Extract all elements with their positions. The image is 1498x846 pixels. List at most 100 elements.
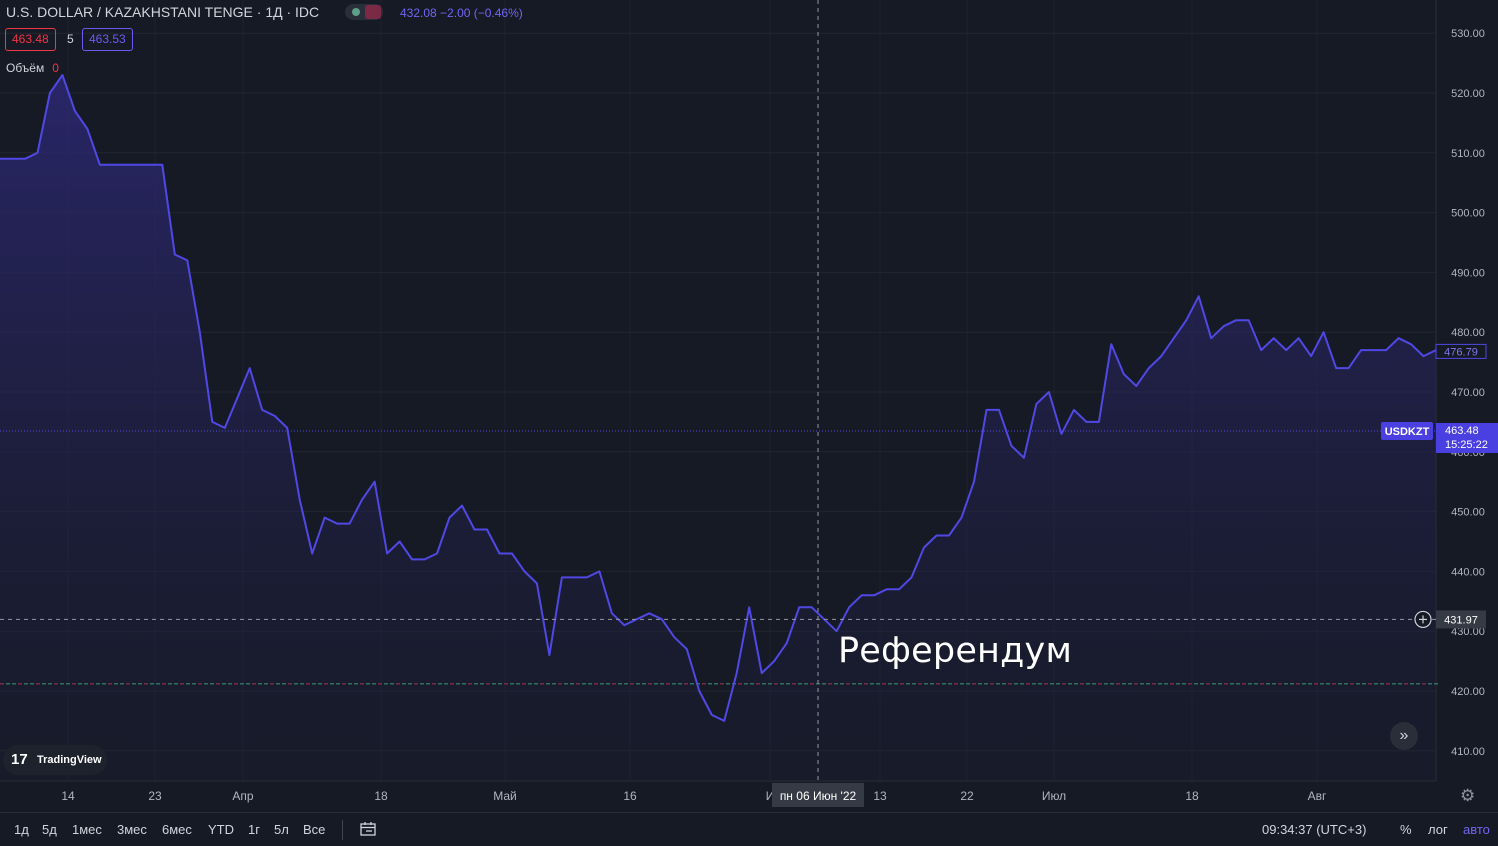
volume-bar <box>372 683 376 685</box>
volume-bar <box>1176 683 1180 685</box>
timeframe-ytd[interactable]: YTD <box>208 822 234 837</box>
volume-bar <box>1398 683 1402 685</box>
timeframe-6m[interactable]: 6мес <box>162 822 192 837</box>
volume-bar <box>720 683 724 685</box>
volume-bar <box>588 683 592 685</box>
x-tick-label: 13 <box>873 789 887 803</box>
volume-bar <box>1182 683 1186 685</box>
volume-bar <box>468 683 472 685</box>
volume-bar <box>402 683 406 685</box>
volume-bar <box>84 683 88 685</box>
x-tick-label: Июл <box>1042 789 1066 803</box>
timeframe-all[interactable]: Все <box>303 822 325 837</box>
timeframe-3m[interactable]: 3мес <box>117 822 147 837</box>
tradingview-logo[interactable]: 17 TradingView <box>3 745 107 775</box>
y-tick-label: 490.00 <box>1451 267 1485 279</box>
change-value: −2.00 (−0.46%) <box>440 6 523 20</box>
crosshair-date-label: пн 06 Июн '22 <box>772 783 864 807</box>
volume-bar <box>1128 683 1132 685</box>
volume-bar <box>900 683 904 685</box>
volume-legend[interactable]: Объём 0 <box>6 61 59 75</box>
log-toggle[interactable]: лог <box>1428 822 1448 837</box>
volume-bar <box>228 683 232 685</box>
volume-bar <box>1362 683 1366 685</box>
bar-countdown: 15:25:22 <box>1445 439 1488 451</box>
volume-bar <box>246 683 250 685</box>
volume-bar <box>1212 683 1216 685</box>
volume-bar <box>60 683 64 685</box>
chart-annotation[interactable]: Референдум <box>838 631 1072 671</box>
volume-bar <box>42 683 46 685</box>
sell-price-button[interactable]: 463.48 <box>5 28 56 51</box>
volume-bar <box>456 683 460 685</box>
percent-toggle[interactable]: % <box>1400 822 1412 837</box>
volume-bar <box>1356 683 1360 685</box>
volume-bar <box>120 683 124 685</box>
timeframe-5d[interactable]: 5д <box>42 822 57 837</box>
auto-scale-toggle[interactable]: авто <box>1463 822 1490 837</box>
volume-bar <box>198 683 202 685</box>
volume-bar <box>1410 683 1414 685</box>
volume-bar <box>930 683 934 685</box>
scroll-to-realtime-button[interactable]: » <box>1390 722 1418 750</box>
timeframe-1y[interactable]: 1г <box>248 822 260 837</box>
volume-bar <box>390 683 394 685</box>
volume-bar <box>768 683 772 685</box>
volume-bar <box>1020 683 1024 685</box>
volume-bar <box>630 683 634 685</box>
volume-bar <box>678 683 682 685</box>
symbol-label: USDKZT <box>1385 426 1430 438</box>
symbol-title[interactable]: U.S. DOLLAR / KAZAKHSTANI TENGE · 1Д · I… <box>6 4 319 20</box>
volume-bar <box>1350 683 1354 685</box>
volume-bar <box>636 683 640 685</box>
volume-bar <box>138 683 142 685</box>
volume-bar <box>1122 683 1126 685</box>
y-tick-label: 530.00 <box>1451 28 1485 40</box>
date-range-icon[interactable] <box>360 821 376 836</box>
volume-bar <box>1188 683 1192 685</box>
timeframe-1d[interactable]: 1д <box>14 822 29 837</box>
volume-bar <box>1134 683 1138 685</box>
buy-price-button[interactable]: 463.53 <box>82 28 133 51</box>
volume-bar <box>750 683 754 685</box>
volume-bar <box>96 683 100 685</box>
volume-bar <box>156 683 160 685</box>
volume-bar <box>444 683 448 685</box>
market-open-dot-icon <box>352 8 360 16</box>
market-status-toggle[interactable] <box>345 4 383 20</box>
y-tick-label: 440.00 <box>1451 566 1485 578</box>
volume-bar <box>744 683 748 685</box>
price-chart[interactable]: 410.00420.00430.00440.00450.00460.00470.… <box>0 0 1498 812</box>
volume-bar <box>510 683 514 685</box>
volume-bar <box>702 683 706 685</box>
timeframe-5y[interactable]: 5л <box>274 822 289 837</box>
last-price: 432.08 <box>400 6 437 20</box>
volume-bar <box>1170 683 1174 685</box>
volume-bar <box>708 683 712 685</box>
volume-bar <box>1260 683 1264 685</box>
volume-bar <box>1116 683 1120 685</box>
volume-bar <box>342 683 346 685</box>
volume-bar <box>546 683 550 685</box>
volume-bar <box>0 683 4 685</box>
settings-gear-icon[interactable]: ⚙ <box>1460 786 1475 806</box>
volume-bar <box>1092 683 1096 685</box>
y-tick-label: 500.00 <box>1451 208 1485 220</box>
volume-bar <box>1044 683 1048 685</box>
timeframe-1m[interactable]: 1мес <box>72 822 102 837</box>
volume-bar <box>1344 683 1348 685</box>
volume-bar <box>1032 683 1036 685</box>
x-tick-label: 16 <box>623 789 637 803</box>
volume-bar <box>906 683 910 685</box>
volume-bar <box>420 683 424 685</box>
volume-bar <box>1218 683 1222 685</box>
crosshair-price-text: 431.97 <box>1444 614 1478 626</box>
volume-bar <box>1302 683 1306 685</box>
volume-bar <box>984 683 988 685</box>
volume-bar <box>252 683 256 685</box>
volume-bar <box>12 683 16 685</box>
volume-bar <box>222 683 226 685</box>
timezone-clock[interactable]: 09:34:37 (UTC+3) <box>1262 822 1366 837</box>
volume-bar <box>876 683 880 685</box>
volume-bar <box>618 683 622 685</box>
